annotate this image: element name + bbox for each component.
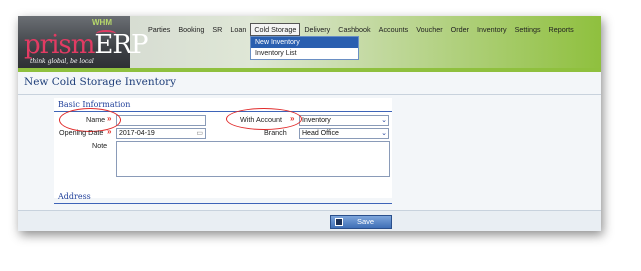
logo-brand-accent: ERP: [94, 30, 148, 60]
menu-item-order[interactable]: Order: [447, 23, 473, 36]
floppy-disk-icon: [335, 218, 343, 226]
save-button-label: Save: [357, 217, 375, 226]
address-section: Address: [54, 72, 392, 210]
cold-storage-dropdown: New Inventory Inventory List: [250, 36, 359, 60]
menu-item-sr[interactable]: SR: [208, 23, 226, 36]
menu-item-delivery[interactable]: Delivery: [300, 23, 334, 36]
section-divider: [54, 203, 392, 204]
section-address[interactable]: Address: [58, 192, 91, 201]
action-bar: Save: [18, 210, 601, 231]
menu-item-cold-storage[interactable]: Cold Storage: [250, 23, 301, 36]
menu-item-reports[interactable]: Reports: [545, 23, 578, 36]
app-window: WHM prismERP think global, be local Part…: [18, 16, 601, 231]
menu-item-cashbook[interactable]: Cashbook: [334, 23, 374, 36]
logo-tagline: think global, be local: [30, 58, 94, 65]
dropdown-item-new-inventory[interactable]: New Inventory: [251, 37, 358, 48]
main-menu: Parties Booking SR Loan Cold Storage Del…: [144, 23, 578, 37]
menu-item-voucher[interactable]: Voucher: [412, 23, 446, 36]
menu-item-parties[interactable]: Parties: [144, 23, 174, 36]
logo-wordmark: prismERP: [24, 30, 148, 60]
menu-item-booking[interactable]: Booking: [174, 23, 208, 36]
save-button[interactable]: Save: [330, 215, 392, 229]
menu-item-inventory[interactable]: Inventory: [473, 23, 511, 36]
menu-item-accounts[interactable]: Accounts: [375, 23, 413, 36]
menu-item-loan[interactable]: Loan: [226, 23, 250, 36]
logo[interactable]: WHM prismERP think global, be local: [18, 16, 148, 72]
menu-item-settings[interactable]: Settings: [511, 23, 545, 36]
main-content: New Cold Storage Inventory Basic Informa…: [18, 72, 601, 231]
logo-badge: WHM: [92, 18, 112, 27]
dropdown-item-inventory-list[interactable]: Inventory List: [251, 48, 358, 59]
logo-brand-main: prism: [24, 30, 95, 60]
